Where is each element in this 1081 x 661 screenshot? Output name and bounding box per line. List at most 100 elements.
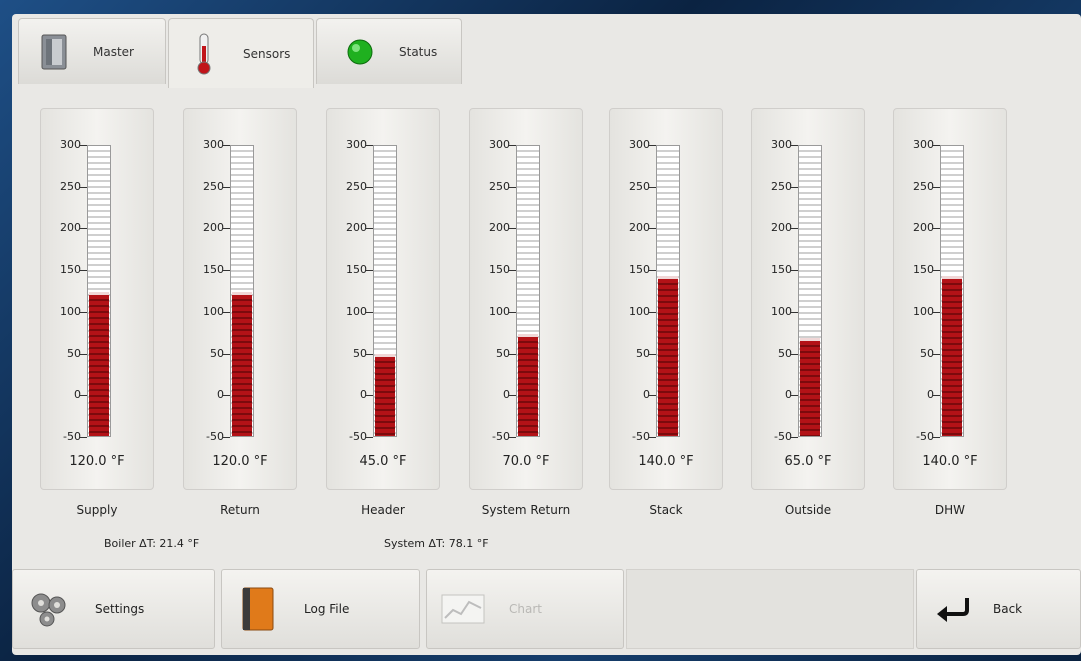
scale-label: -50 xyxy=(632,430,650,443)
scale-label: 150 xyxy=(203,263,224,277)
scale-label: 100 xyxy=(60,304,81,318)
temperature-reading: 120.0 °F xyxy=(212,454,268,469)
tab-sensors[interactable]: Sensors xyxy=(168,18,314,88)
scale-tick xyxy=(790,395,798,397)
scale-tick xyxy=(79,145,87,146)
thermometer-tube xyxy=(516,145,540,437)
scale-tick xyxy=(648,186,656,188)
tab-status-label: Status xyxy=(399,44,438,59)
sensor-name-label: Supply xyxy=(76,503,118,517)
scale-tick xyxy=(648,437,656,438)
scale-label: 300 xyxy=(60,138,81,151)
scale-tick xyxy=(648,145,656,146)
scale-label: 50 xyxy=(636,346,650,360)
scale-label: 300 xyxy=(346,138,367,151)
scale-label: 150 xyxy=(629,263,650,277)
sensor-name-label: DHW xyxy=(934,503,966,517)
scale-label: 50 xyxy=(210,346,224,360)
back-button[interactable]: Back xyxy=(916,569,1081,649)
scale-label: 250 xyxy=(913,179,934,193)
settings-button[interactable]: Settings xyxy=(12,569,215,649)
scale-label: 200 xyxy=(203,221,224,235)
scale-tick xyxy=(648,228,656,230)
thermometer-card: 300 250 200 150 100 50 0 -50 140.0 °F xyxy=(609,108,723,490)
scale-label: 200 xyxy=(346,221,367,235)
scale-label: 0 xyxy=(643,388,650,402)
scale-tick xyxy=(508,228,516,230)
scale-tick xyxy=(932,270,940,272)
sensor-name-label: Stack xyxy=(649,503,683,517)
log-file-book-icon xyxy=(236,584,280,634)
scale-tick xyxy=(932,145,940,146)
thermometer-card: 300 250 200 150 100 50 0 -50 140.0 °F xyxy=(893,108,1007,490)
fill-cap xyxy=(518,333,538,337)
scale-tick xyxy=(790,228,798,230)
fill-cap xyxy=(658,275,678,279)
scale-label: 300 xyxy=(913,138,934,151)
scale-label: 250 xyxy=(346,179,367,193)
scale-tick xyxy=(365,270,373,272)
tab-sensors-label: Sensors xyxy=(243,46,291,61)
sensors-panel: Master Sensors Status 300 250 200 150 10… xyxy=(12,14,1081,655)
log-file-button[interactable]: Log File xyxy=(221,569,420,649)
scale-tick xyxy=(222,228,230,230)
sensor-name-label: Header xyxy=(361,503,405,517)
scale-tick xyxy=(648,270,656,272)
thermometer-icon xyxy=(187,33,221,74)
scale-label: 50 xyxy=(778,346,792,360)
temperature-fill xyxy=(942,275,962,436)
scale-tick xyxy=(365,311,373,313)
temperature-reading: 120.0 °F xyxy=(69,454,125,469)
scale-tick xyxy=(365,353,373,355)
back-arrow-icon xyxy=(931,584,975,634)
scale-tick xyxy=(222,353,230,355)
thermometer-card: 300 250 200 150 100 50 0 -50 65.0 °F xyxy=(751,108,865,490)
chart-label: Chart xyxy=(509,602,542,616)
temperature-fill xyxy=(658,275,678,436)
scale-tick xyxy=(222,395,230,397)
temperature-fill xyxy=(232,292,252,436)
scale-label: 250 xyxy=(60,179,81,193)
scale-label: 200 xyxy=(913,221,934,235)
scale-tick xyxy=(79,353,87,355)
scale-label: 100 xyxy=(346,304,367,318)
scale-tick xyxy=(508,145,516,146)
scale-label: 0 xyxy=(74,388,81,402)
temperature-reading: 140.0 °F xyxy=(922,454,978,469)
fill-cap xyxy=(800,337,820,341)
temperature-fill xyxy=(518,333,538,436)
thermometer-card: 300 250 200 150 100 50 0 -50 120.0 °F xyxy=(40,108,154,490)
scale-label: 100 xyxy=(771,304,792,318)
thermometer-tube xyxy=(230,145,254,437)
thermometer-tube xyxy=(87,145,111,437)
scale-label: 150 xyxy=(60,263,81,277)
scale-tick xyxy=(508,186,516,188)
thermometer-tube xyxy=(373,145,397,437)
thermometer-card: 300 250 200 150 100 50 0 -50 120.0 °F xyxy=(183,108,297,490)
scale-tick xyxy=(932,311,940,313)
scale-label: 150 xyxy=(489,263,510,277)
chart-button[interactable]: Chart xyxy=(426,569,624,649)
scale-tick xyxy=(222,437,230,438)
thermometer-card: 300 250 200 150 100 50 0 -50 45.0 °F xyxy=(326,108,440,490)
thermometer-tube xyxy=(798,145,822,437)
fill-cap xyxy=(232,292,252,296)
scale-tick xyxy=(932,353,940,355)
scale-label: 200 xyxy=(60,221,81,235)
scale-label: 100 xyxy=(489,304,510,318)
scale-tick xyxy=(648,353,656,355)
scale-label: 300 xyxy=(771,138,792,151)
scale-label: 300 xyxy=(203,138,224,151)
thermometer-tube xyxy=(940,145,964,437)
scale-label: 200 xyxy=(489,221,510,235)
temperature-reading: 140.0 °F xyxy=(638,454,694,469)
scale-label: 250 xyxy=(629,179,650,193)
scale-tick xyxy=(932,437,940,438)
scale-tick xyxy=(365,228,373,230)
scale-tick xyxy=(79,395,87,397)
tab-status[interactable]: Status xyxy=(316,18,462,84)
tab-master[interactable]: Master xyxy=(18,18,166,84)
sensor-name-label: Outside xyxy=(784,503,832,517)
scale-label: 50 xyxy=(496,346,510,360)
gears-icon xyxy=(27,584,71,634)
